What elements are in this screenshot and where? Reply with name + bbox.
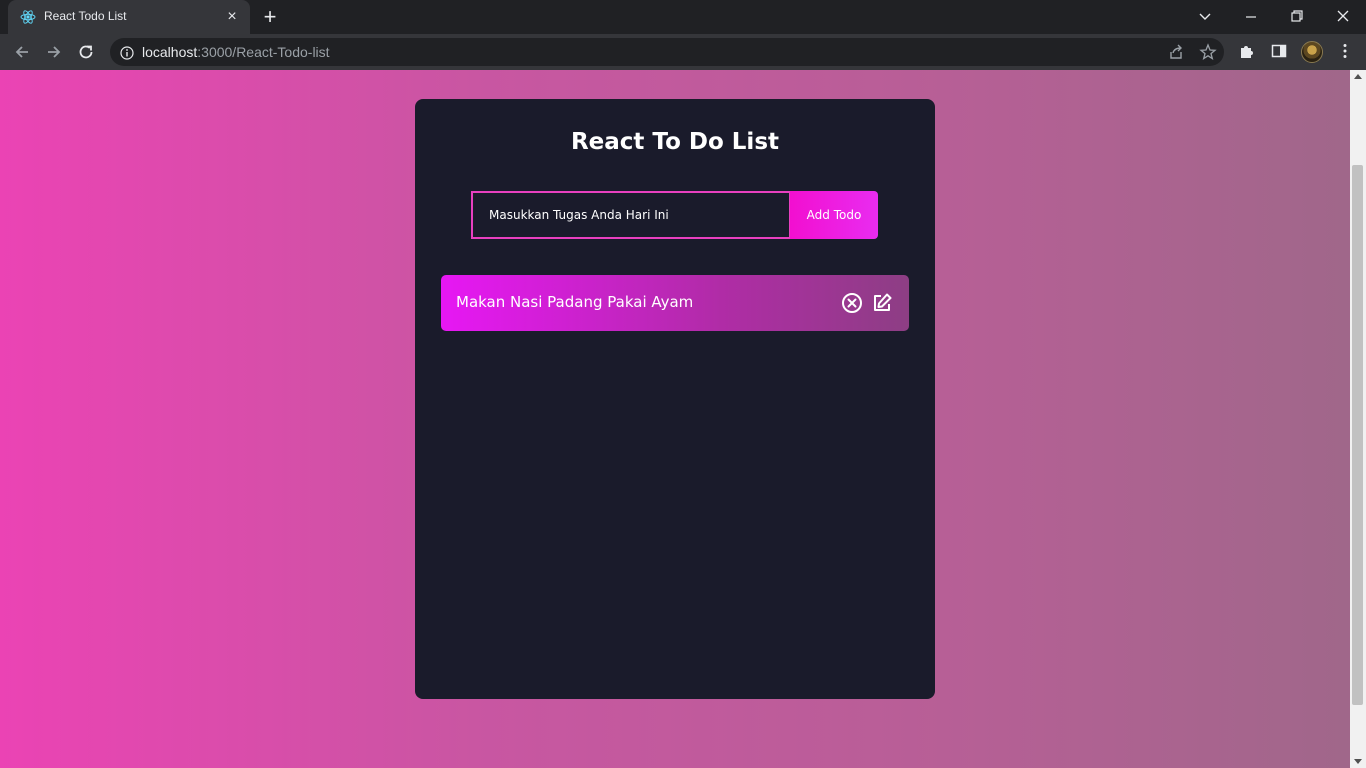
close-tab-icon[interactable]: × [224,9,240,25]
side-panel-icon[interactable] [1270,42,1290,62]
extensions-icon[interactable] [1238,42,1258,62]
react-icon [20,9,36,25]
scroll-down-arrow-icon[interactable] [1354,759,1362,764]
reload-icon[interactable] [74,40,98,64]
page-background: React To Do List Add Todo Makan Nasi Pad… [0,70,1350,768]
todo-input[interactable] [471,191,791,239]
close-window-icon[interactable] [1330,4,1356,28]
browser-tab-bar: React Todo List × + [0,0,1366,34]
more-menu-icon[interactable] [1336,42,1356,62]
tab-title: React Todo List [44,9,127,23]
browser-toolbar: localhost:3000/React-Todo-list [0,34,1366,70]
url-path: :3000/React-Todo-list [197,44,330,60]
todo-text[interactable]: Makan Nasi Padang Pakai Ayam [456,293,693,311]
todo-item[interactable]: Makan Nasi Padang Pakai Ayam [441,275,909,331]
profile-avatar[interactable] [1301,41,1323,63]
scrollbar-thumb[interactable] [1352,165,1363,705]
edit-icon[interactable] [871,292,893,314]
new-tab-button[interactable]: + [260,6,280,28]
url-host: localhost [142,44,198,60]
share-icon[interactable] [1167,43,1185,61]
url-text: localhost:3000/React-Todo-list [142,44,330,60]
page-title: React To Do List [570,129,780,155]
info-icon[interactable] [120,45,134,60]
minimize-icon[interactable] [1238,4,1264,28]
address-bar[interactable]: localhost:3000/React-Todo-list [110,38,1224,66]
scroll-up-arrow-icon[interactable] [1354,74,1362,79]
bookmark-star-icon[interactable] [1199,43,1217,61]
restore-icon[interactable] [1284,4,1310,28]
todo-form: Add Todo [471,191,879,239]
delete-circle-x-icon[interactable] [841,292,863,314]
add-todo-button[interactable]: Add Todo [790,191,878,239]
back-arrow-icon[interactable] [10,40,34,64]
forward-arrow-icon[interactable] [42,40,66,64]
todo-wrapper: React To Do List Add Todo Makan Nasi Pad… [415,99,935,699]
tab-search-icon[interactable] [1192,4,1218,28]
page-scrollbar[interactable] [1350,70,1366,768]
browser-tab[interactable]: React Todo List × [8,0,250,34]
